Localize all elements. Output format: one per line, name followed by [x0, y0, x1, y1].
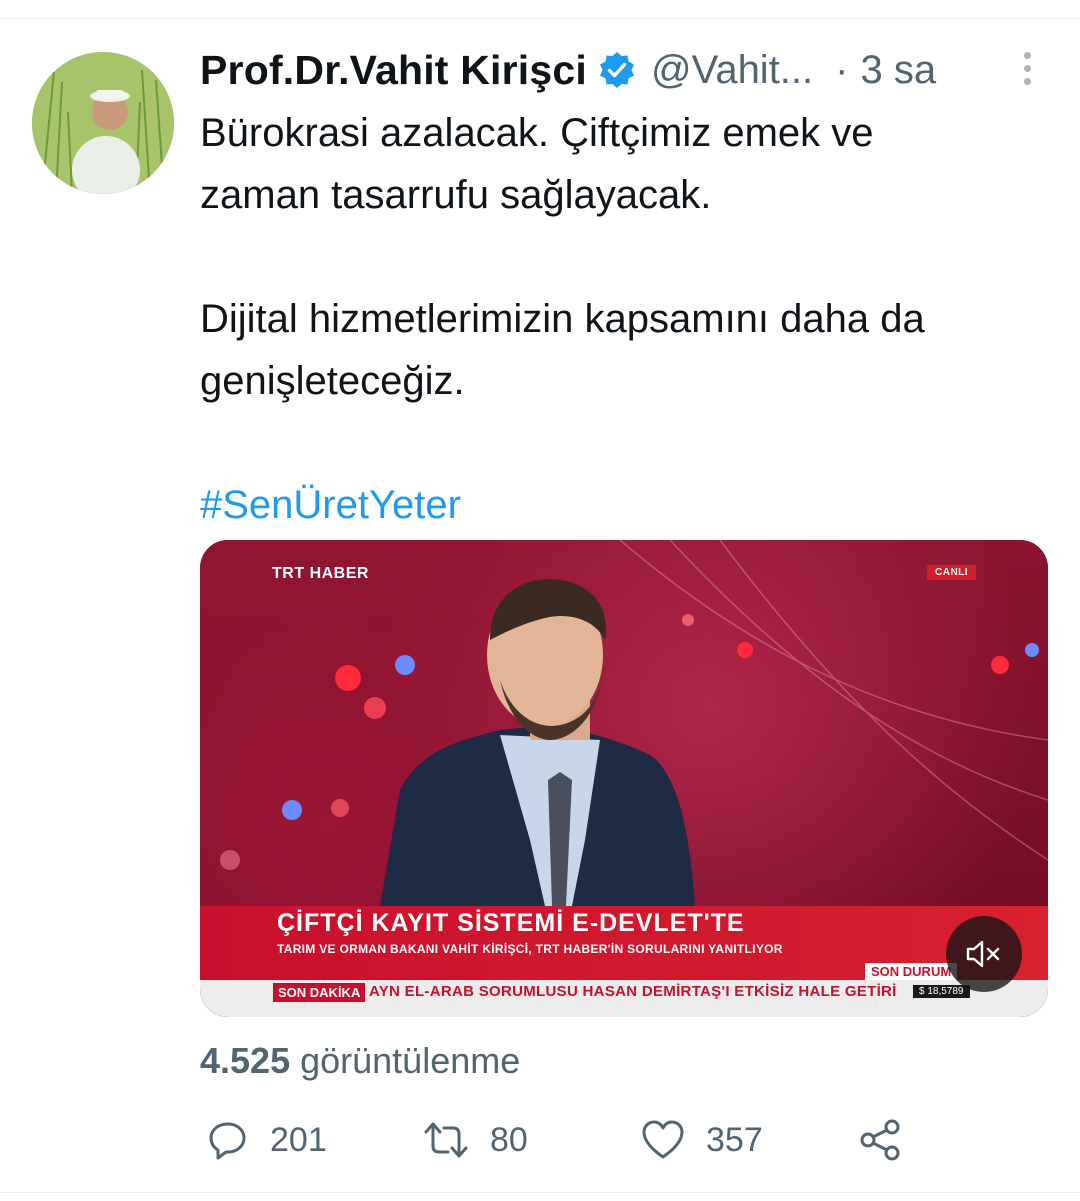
channel-logo-haber: HABER [309, 565, 369, 582]
like-count: 357 [706, 1120, 763, 1159]
view-count: 4.525 görüntülenme [200, 1040, 520, 1082]
retweet-count: 80 [490, 1120, 528, 1159]
share-button[interactable] [858, 1112, 902, 1168]
son-dakika-tag: SON DAKİKA [273, 983, 366, 1002]
avatar[interactable] [32, 52, 174, 194]
currency-rate: $ 18,5789 [913, 985, 970, 998]
hashtag-link[interactable]: #SenÜretYeter [200, 474, 1050, 536]
bottom-divider [0, 1192, 1080, 1193]
reply-count: 201 [270, 1120, 327, 1159]
share-icon [860, 1119, 900, 1161]
tweet-text-line: Dijital hizmetlerimizin kapsamını daha d… [200, 297, 925, 341]
retweet-button[interactable]: 80 [422, 1112, 528, 1168]
heart-icon [642, 1120, 684, 1159]
separator-dot: · [835, 47, 849, 92]
channel-logo-trt: TRT [272, 565, 305, 582]
retweet-icon [424, 1122, 468, 1158]
views-label: görüntülenme [300, 1040, 521, 1081]
tweet-text-line: genişleteceğiz. [200, 359, 465, 403]
top-divider [0, 18, 1080, 19]
tweet-text-line: Bürokrasi azalacak. Çiftçimiz emek ve [200, 111, 874, 155]
speaker-muted-icon [966, 940, 1000, 968]
video-headline: ÇİFTÇİ KAYIT SİSTEMİ E-DEVLET'TE [277, 909, 745, 937]
tweet-timestamp[interactable]: 3 sa [860, 48, 936, 93]
reply-icon [209, 1122, 246, 1160]
author-name[interactable]: Prof.Dr.Vahit Kirişci [200, 47, 587, 94]
verified-badge-icon [597, 50, 637, 90]
son-durum-tag: SON DURUM [865, 963, 958, 980]
video-player[interactable]: TRT HABER CANLI ÇİFTÇİ KAYIT SİSTEMİ E-D… [200, 540, 1048, 1017]
author-handle[interactable]: @Vahit... [651, 48, 813, 93]
tweet-text: Bürokrasi azalacak. Çiftçimiz emek ve za… [200, 102, 1050, 536]
live-badge: CANLI [927, 565, 977, 580]
news-ticker: AYN EL-ARAB SORUMLUSU HASAN DEMİRTAŞ'I E… [369, 983, 897, 1000]
channel-logo: TRT HABER [272, 565, 369, 583]
mute-button[interactable] [946, 916, 1022, 992]
reply-button[interactable]: 201 [206, 1112, 327, 1168]
views-number: 4.525 [200, 1040, 291, 1081]
more-options-icon[interactable] [1017, 52, 1037, 88]
video-subheadline: TARIM VE ORMAN BAKANI VAHİT KİRİŞCİ, TRT… [277, 942, 783, 956]
tweet-actions: 201 80 357 [200, 1112, 1060, 1168]
like-button[interactable]: 357 [640, 1112, 763, 1168]
tweet-header: Prof.Dr.Vahit Kirişci @Vahit... · 3 sa [200, 44, 1050, 96]
tweet-text-line: zaman tasarrufu sağlayacak. [200, 173, 712, 217]
